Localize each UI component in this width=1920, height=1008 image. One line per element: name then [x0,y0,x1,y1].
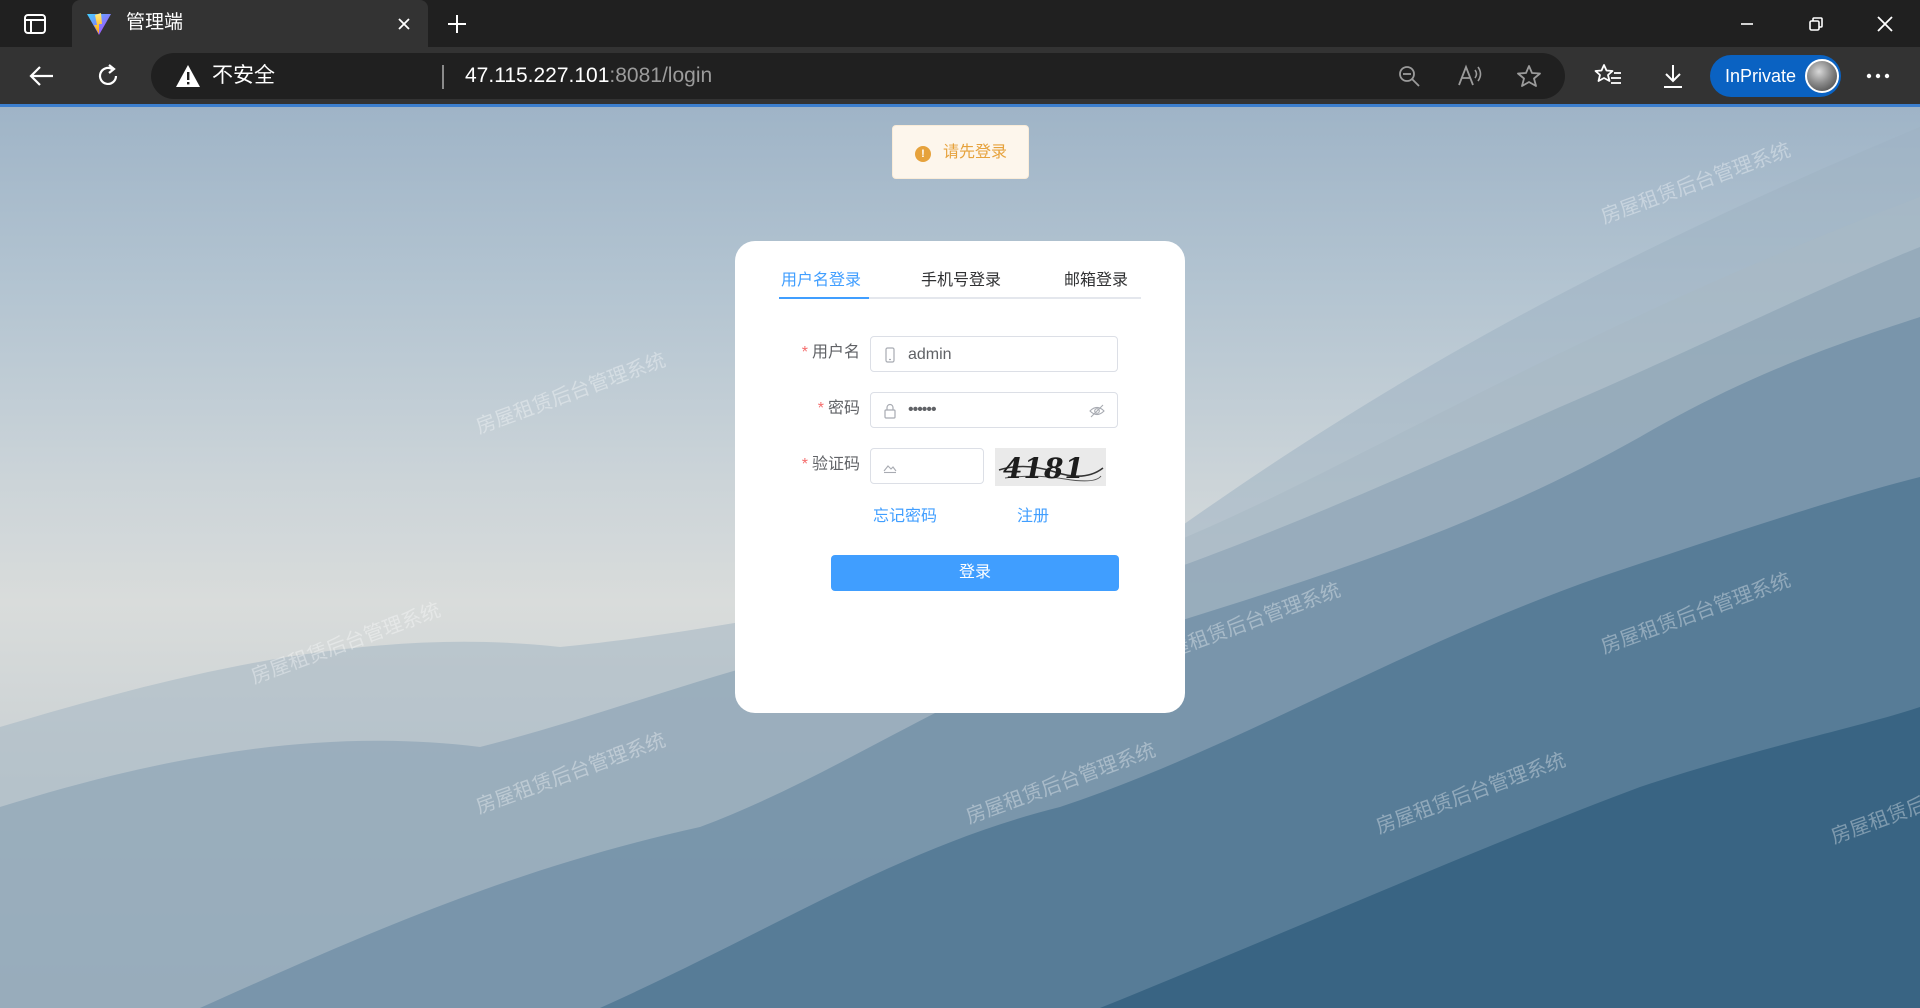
zoom-out-icon[interactable] [1394,62,1424,90]
username-label-text: 用户名 [811,344,860,361]
forgot-password-link[interactable]: 忘记密码 [873,507,937,527]
browser-tab[interactable]: 管理端 [72,0,428,47]
close-tab-icon[interactable] [392,12,416,36]
url-host: 47.115.227.101 [465,64,610,87]
browser-toolbar: 不安全 47.115.227.101:8081/login InPrivate [0,47,1920,105]
warning-circle-icon: ! [915,146,931,162]
warning-toast: ! 请先登录 [892,125,1029,179]
vite-logo-icon [86,12,112,36]
tab-email-login[interactable]: 邮箱登录 [1064,271,1128,291]
favorites-icon[interactable] [1588,56,1628,96]
login-page: 房屋租赁后台管理系统 房屋租赁后台管理系统 房屋租赁后台管理系统 房屋租赁后台管… [0,107,1920,1008]
url-text[interactable]: 47.115.227.101:8081/login [465,65,712,87]
profile-avatar [1805,59,1839,93]
minimize-button[interactable] [1712,0,1782,47]
captcha-label: * 验证码 [780,455,860,475]
login-tabs: 用户名登录 手机号登录 邮箱登录 [779,271,1141,299]
password-value: •••••• [908,401,937,418]
tab-actions-icon[interactable] [20,11,50,37]
phone-icon [883,347,897,363]
lock-icon [883,403,897,419]
username-input[interactable]: admin [870,336,1118,372]
favorite-star-icon[interactable] [1514,62,1544,90]
password-label: * 密码 [780,399,860,419]
captcha-image[interactable]: 4181 [995,448,1106,486]
security-status[interactable]: 不安全 [212,65,275,87]
hide-password-icon[interactable] [1089,403,1105,419]
tab-title: 管理端 [126,12,184,33]
more-options-icon[interactable] [1858,56,1898,96]
captcha-input[interactable] [870,448,984,484]
tab-phone-login[interactable]: 手机号登录 [921,271,1001,291]
refresh-button[interactable] [88,56,128,96]
toast-message: 请先登录 [943,144,1008,161]
required-mark: * [801,344,808,361]
captcha-code: 4181 [1003,452,1085,485]
username-label: * 用户名 [780,343,860,363]
picture-icon [883,459,897,475]
inprivate-label: InPrivate [1725,66,1797,86]
url-path: :8081/login [609,64,713,87]
address-divider [442,65,444,89]
password-label-text: 密码 [827,400,860,417]
back-button[interactable] [22,56,62,96]
login-button[interactable]: 登录 [831,555,1119,591]
tab-username-login[interactable]: 用户名登录 [781,271,861,291]
username-value: admin [908,346,952,363]
download-icon[interactable] [1653,56,1693,96]
password-input[interactable]: •••••• [870,392,1118,428]
warning-icon [175,64,201,88]
captcha-label-text: 验证码 [811,456,860,473]
register-link[interactable]: 注册 [1017,507,1049,527]
active-tab-indicator [779,297,869,299]
address-bar[interactable]: 不安全 47.115.227.101:8081/login [151,53,1565,99]
browser-tab-bar: 管理端 [0,0,1920,47]
read-aloud-icon[interactable] [1455,62,1485,90]
new-tab-button[interactable] [440,10,474,38]
restore-button[interactable] [1781,0,1851,47]
close-window-button[interactable] [1850,0,1920,47]
login-card: 用户名登录 手机号登录 邮箱登录 *用户名 admin *密码 •••••• [735,241,1185,713]
required-mark: * [817,400,824,417]
required-mark: * [801,456,808,473]
inprivate-button[interactable]: InPrivate [1710,55,1841,97]
